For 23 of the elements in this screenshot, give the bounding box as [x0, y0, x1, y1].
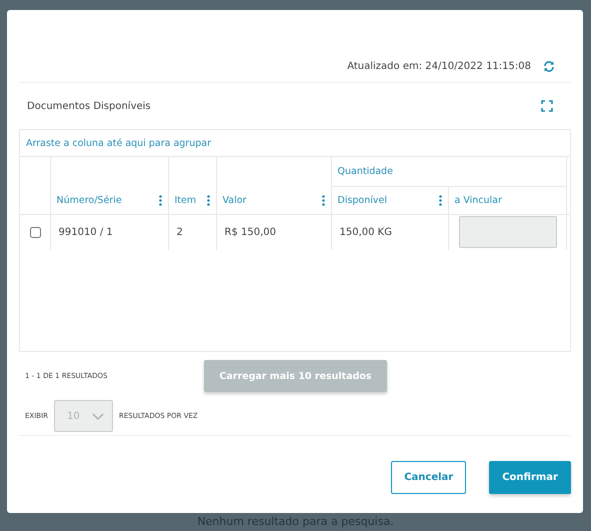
confirm-button[interactable]: Confirmar	[489, 461, 571, 494]
table-cell: R$ 150,00	[224, 226, 276, 238]
table-cell: 991010 / 1	[58, 226, 113, 238]
column-header[interactable]: Item	[174, 194, 196, 206]
column-header[interactable]: a Vincular	[454, 194, 502, 206]
group-hint: Arraste a coluna até aqui para agrupar	[26, 138, 211, 148]
panel-title: Documentos Disponíveis	[27, 100, 151, 112]
table-cell: 2	[176, 226, 183, 238]
row-checkbox[interactable]	[30, 226, 41, 238]
cancel-button[interactable]: Cancelar	[391, 461, 466, 494]
more-icon[interactable]	[158, 194, 162, 206]
column-header[interactable]: Valor	[222, 194, 246, 206]
chevron-down-icon	[92, 412, 104, 420]
more-icon[interactable]	[322, 194, 324, 206]
fullscreen-icon[interactable]	[541, 100, 553, 112]
column-group-header: Quantidade	[338, 166, 393, 177]
more-icon[interactable]	[438, 194, 442, 206]
refresh-icon[interactable]	[543, 61, 555, 72]
column-header[interactable]: Número/Série	[56, 194, 122, 206]
more-icon[interactable]	[206, 194, 210, 206]
table-cell: 150,00 KG	[340, 226, 392, 238]
column-header[interactable]: Disponível	[338, 194, 388, 206]
updated-timestamp: Atualizado em: 24/10/2022 11:15:08	[347, 61, 531, 72]
